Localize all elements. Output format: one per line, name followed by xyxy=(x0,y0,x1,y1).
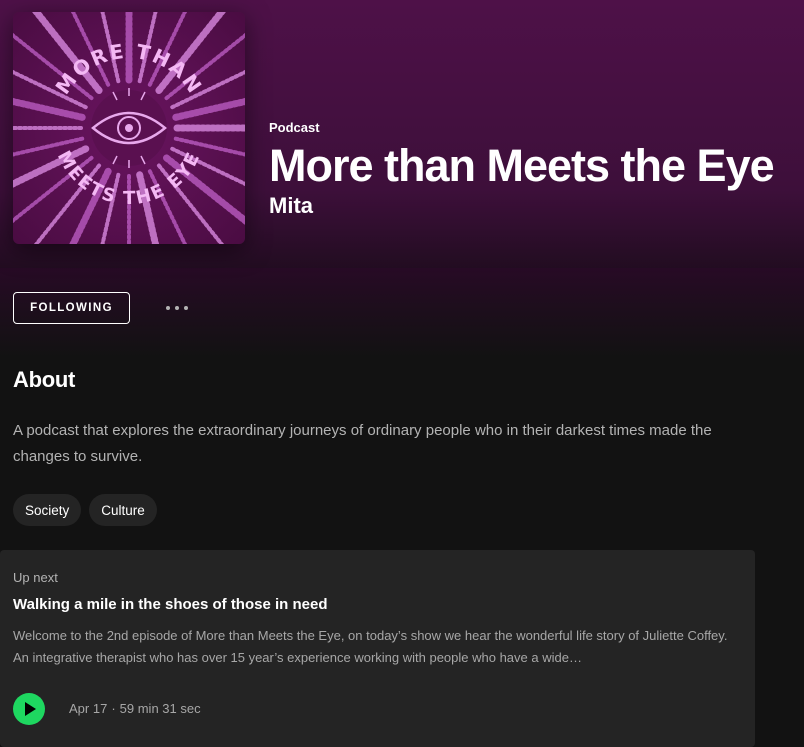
meta-separator: · xyxy=(111,701,116,716)
category-tags: Society Culture xyxy=(13,494,157,526)
episode-description: Welcome to the 2nd episode of More than … xyxy=(13,628,728,665)
episode-duration: 59 min 31 sec xyxy=(119,701,201,716)
play-button[interactable] xyxy=(13,693,45,725)
tag-culture[interactable]: Culture xyxy=(89,494,157,526)
podcast-info: Podcast More than Meets the Eye Mita xyxy=(269,120,775,219)
more-dot xyxy=(175,306,179,310)
content-type-label: Podcast xyxy=(269,120,320,135)
play-icon xyxy=(25,702,36,716)
about-heading: About xyxy=(13,367,76,392)
more-horizontal-icon[interactable] xyxy=(166,302,188,314)
up-next-card[interactable]: Up next Walking a mile in the shoes of t… xyxy=(0,550,755,747)
episode-date: Apr 17 xyxy=(69,701,108,716)
episode-meta: Apr 17 · 59 min 31 sec xyxy=(69,701,201,716)
podcast-cover-art: MORE THAN MEETS THE EYE xyxy=(13,12,245,244)
action-bar: FOLLOWING xyxy=(13,292,188,324)
more-dot xyxy=(166,306,170,310)
page-title: More than Meets the Eye xyxy=(269,140,775,191)
up-next-label: Up next xyxy=(13,570,58,585)
following-button[interactable]: FOLLOWING xyxy=(13,292,130,324)
about-description: A podcast that explores the extraordinar… xyxy=(13,422,712,465)
podcast-author[interactable]: Mita xyxy=(269,193,774,219)
tag-society[interactable]: Society xyxy=(13,494,82,526)
episode-title[interactable]: Walking a mile in the shoes of those in … xyxy=(13,596,328,613)
more-dot xyxy=(184,306,188,310)
cover-art-graphic: MORE THAN MEETS THE EYE xyxy=(13,12,245,244)
